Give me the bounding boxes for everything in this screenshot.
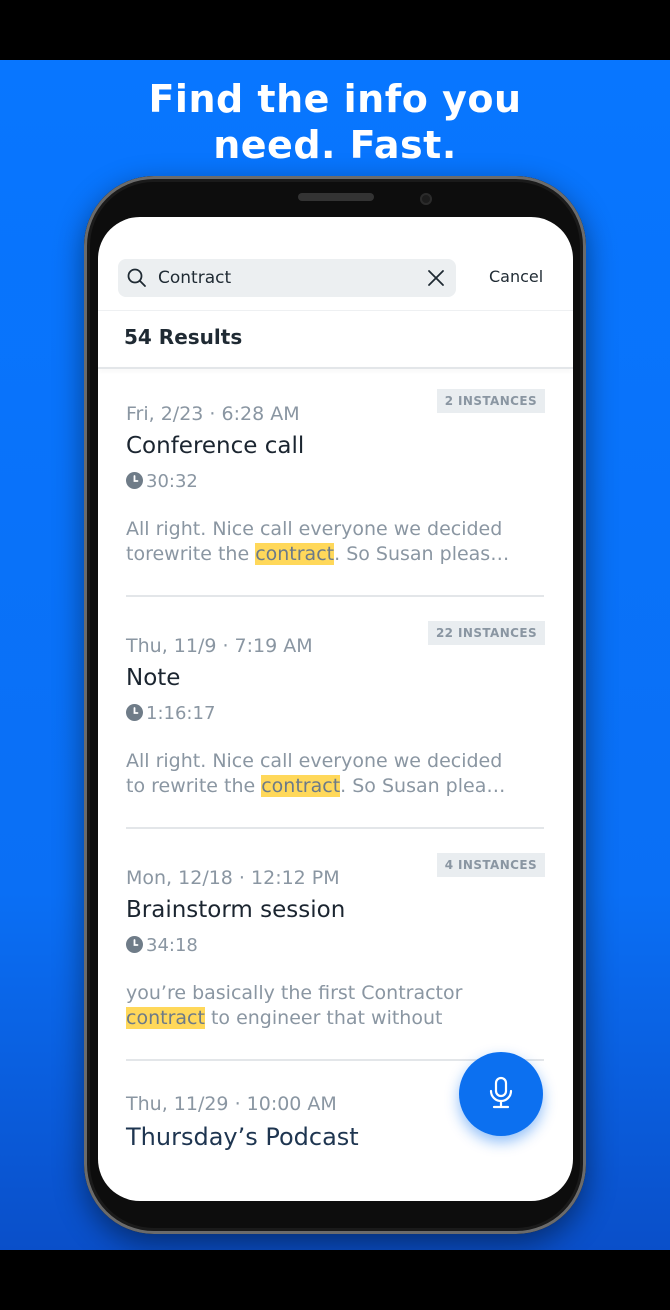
phone-frame: Contract Cancel 54 Results Fri, 2/23 · 6… <box>84 176 586 1234</box>
snippet-line: All right. Nice call everyone we decided <box>126 750 503 772</box>
result-duration: 34:18 <box>126 935 198 956</box>
snippet-text: . So Susan pleas… <box>334 543 510 565</box>
snippet-text: . So Susan plea… <box>340 775 506 797</box>
result-item[interactable]: Mon, 12/18 · 12:12 PM 4 INSTANCES Brains… <box>98 853 573 1083</box>
header-divider <box>98 310 573 311</box>
keyword-highlight: contract <box>126 1007 205 1029</box>
snippet-text: to engineer that without <box>204 1007 443 1029</box>
result-duration: 30:32 <box>126 471 198 492</box>
clock-icon <box>126 704 143 721</box>
keyword-highlight: contract <box>255 543 335 565</box>
snippet-line: you’re basically the first Contractor <box>126 982 463 1004</box>
results-divider <box>98 367 573 369</box>
promo-background: Find the info you need. Fast. Contract C… <box>0 60 670 1250</box>
result-title: Conference call <box>126 433 305 459</box>
result-date: Mon, 12/18 · 12:12 PM <box>126 867 340 889</box>
snippet-line: contract to engineer that without <box>126 1006 546 1031</box>
result-date: Fri, 2/23 · 6:28 AM <box>126 403 300 425</box>
results-count: 54 Results <box>124 325 243 349</box>
result-divider <box>126 595 544 597</box>
result-snippet: All right. Nice call everyone we decided… <box>126 749 546 799</box>
snippet-text: to rewrite the <box>126 775 262 797</box>
phone-speaker <box>298 193 374 201</box>
microphone-icon <box>489 1076 513 1109</box>
duration-text: 1:16:17 <box>146 703 216 724</box>
close-icon[interactable] <box>426 268 446 292</box>
result-title: Note <box>126 665 181 691</box>
instances-badge: 4 INSTANCES <box>436 853 545 877</box>
promo-headline: Find the info you need. Fast. <box>0 76 670 168</box>
instances-badge: 2 INSTANCES <box>436 389 545 413</box>
snippet-text: torewrite the <box>126 543 256 565</box>
app-screen: Contract Cancel 54 Results Fri, 2/23 · 6… <box>98 217 573 1201</box>
clock-icon <box>126 472 143 489</box>
snippet-line: torewrite the contract. So Susan pleas… <box>126 542 546 567</box>
record-button[interactable] <box>459 1052 543 1136</box>
search-bar[interactable]: Contract <box>118 259 456 297</box>
result-title: Thursday’s Podcast <box>126 1123 359 1151</box>
cancel-button[interactable]: Cancel <box>489 267 543 286</box>
snippet-line: to rewrite the contract. So Susan plea… <box>126 774 546 799</box>
headline-line-1: Find the info you <box>148 77 522 121</box>
snippet-line: All right. Nice call everyone we decided <box>126 518 503 540</box>
result-snippet: you’re basically the first Contractor co… <box>126 981 546 1031</box>
result-snippet: All right. Nice call everyone we decided… <box>126 517 546 567</box>
result-date: Thu, 11/9 · 7:19 AM <box>126 635 313 657</box>
result-duration: 1:16:17 <box>126 703 215 724</box>
result-item[interactable]: Thu, 11/9 · 7:19 AM 22 INSTANCES Note 1:… <box>98 621 573 851</box>
result-item[interactable]: Fri, 2/23 · 6:28 AM 2 INSTANCES Conferen… <box>98 389 573 619</box>
duration-text: 30:32 <box>146 471 198 492</box>
keyword-highlight: contract <box>261 775 341 797</box>
instances-badge: 22 INSTANCES <box>427 621 545 645</box>
phone-camera <box>420 193 432 205</box>
headline-line-2: need. Fast. <box>213 123 457 167</box>
result-title: Brainstorm session <box>126 897 346 923</box>
result-divider <box>126 827 544 829</box>
search-icon <box>126 267 148 293</box>
result-date: Thu, 11/29 · 10:00 AM <box>126 1093 337 1115</box>
search-input[interactable]: Contract <box>158 268 231 288</box>
duration-text: 34:18 <box>146 935 198 956</box>
clock-icon <box>126 936 143 953</box>
